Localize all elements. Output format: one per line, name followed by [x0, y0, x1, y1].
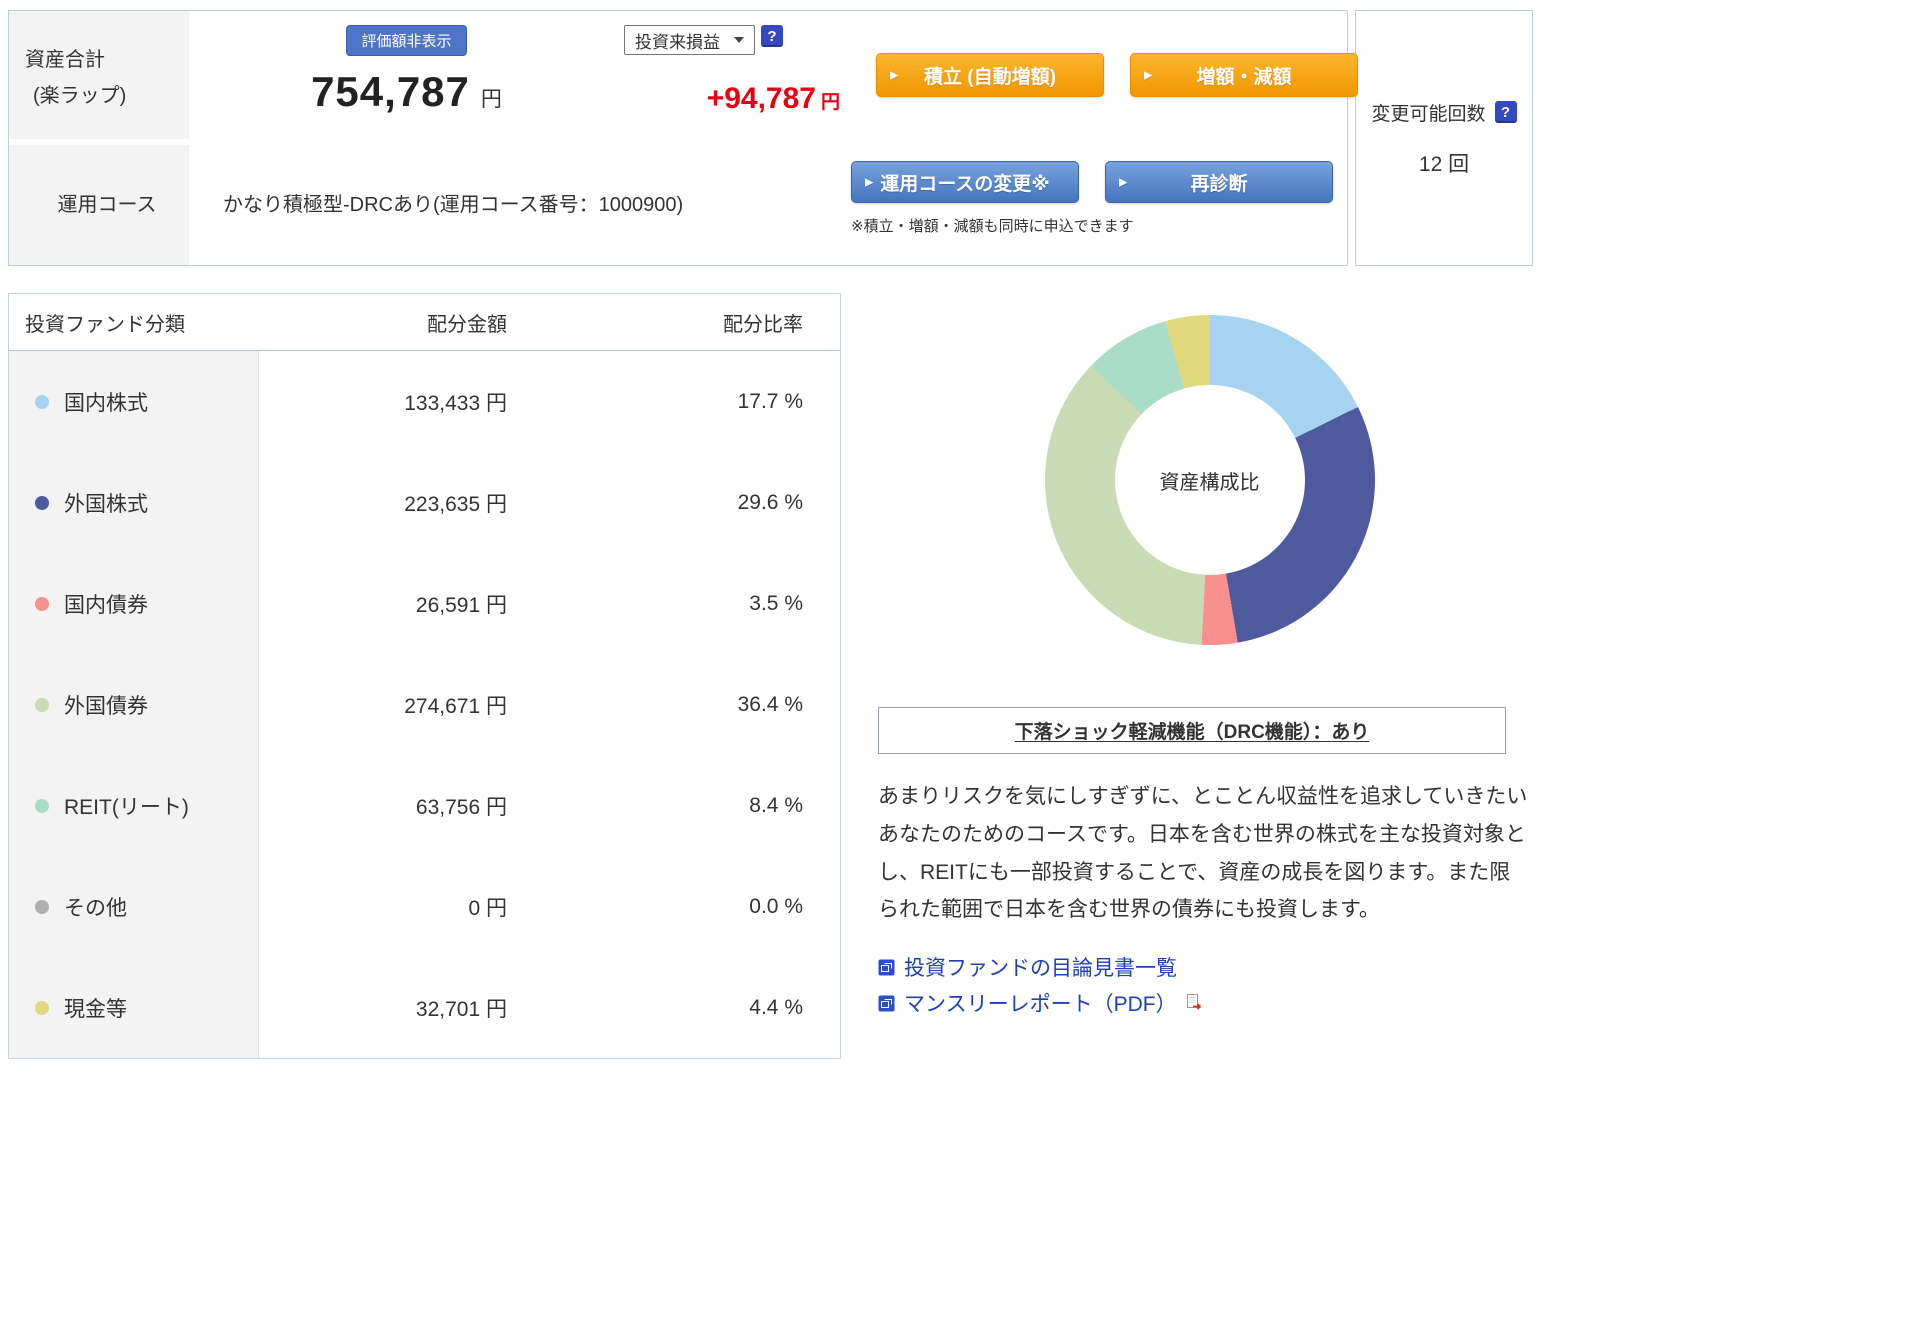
course-detail-column: 資産構成比 下落ショック軽減機能（DRC機能）：あり あまりリスクを気にしすぎず… [841, 293, 1541, 1059]
link-label: マンスリーレポート（PDF） [904, 988, 1177, 1018]
drc-title: 下落ショック軽減機能（DRC機能）：あり [1015, 722, 1370, 743]
pl-period-selected-value: 投資来損益 [635, 28, 720, 53]
category-label: REIT(リート) [64, 791, 189, 821]
change-count-value: 12 回 [1419, 148, 1469, 178]
course-value: かなり積極型-DRCあり(運用コース番号：1000900) [189, 139, 839, 265]
allocation-ratio: 29.6 % [559, 452, 840, 553]
allocation-ratio: 4.4 % [559, 957, 840, 1058]
document-links: 投資ファンドの目論見書一覧 マンスリーレポート（PDF） [878, 949, 1541, 1021]
category-label: その他 [64, 892, 127, 922]
category-label: 現金等 [64, 993, 127, 1023]
course-label: 運用コース [9, 139, 189, 265]
help-icon[interactable]: ? [761, 25, 783, 47]
category-color-dot-icon [35, 597, 49, 611]
category-color-dot-icon [35, 799, 49, 813]
allocation-amount: 32,701 円 [259, 957, 559, 1058]
pl-period-select[interactable]: 投資来損益 [624, 25, 755, 55]
monthly-report-link[interactable]: マンスリーレポート（PDF） [878, 985, 1204, 1021]
course-row: 運用コース かなり積極型-DRCあり(運用コース番号：1000900) 運用コー… [9, 139, 1347, 265]
course-description: あまりリスクを気にしすぎずに、とことん収益性を追求していきたいあなたのためのコー… [878, 778, 1528, 929]
drc-feature-box: 下落ショック軽減機能（DRC機能）：あり [878, 707, 1506, 754]
tsumitate-button[interactable]: 積立 (自動増額) [876, 53, 1104, 97]
assets-actions: 積立 (自動増額) 増額・減額 [864, 11, 1358, 139]
allocation-amount: 63,756 円 [259, 755, 559, 856]
allocation-table: 投資ファンド分類 配分金額 配分比率 国内株式 133,433 円 17.7 %… [8, 293, 841, 1059]
allocation-ratio: 36.4 % [559, 654, 840, 755]
profit-loss-amount: +94,787円 [624, 82, 864, 116]
category-color-dot-icon [35, 395, 49, 409]
table-header-row: 投資ファンド分類 配分金額 配分比率 [9, 294, 840, 351]
allocation-amount: 223,635 円 [259, 452, 559, 553]
category-color-dot-icon [35, 900, 49, 914]
category-label: 外国債券 [64, 690, 148, 720]
top-summary-panel: 資産合計 (楽ラップ) 評価額非表示 754,787 円 投資来損益 [8, 10, 1348, 266]
column-header-amount: 配分金額 [259, 308, 559, 337]
assets-label: 資産合計 (楽ラップ) [9, 11, 189, 139]
total-assets-amount: 754,787 円 [311, 68, 502, 116]
course-label-text: 運用コース [58, 188, 157, 217]
external-link-icon [878, 995, 895, 1012]
table-row: 国内債券 26,591 円 3.5 % [9, 553, 840, 654]
allocation-ratio: 0.0 % [559, 856, 840, 957]
pl-yen-unit: 円 [821, 92, 840, 113]
table-row: 外国株式 223,635 円 29.6 % [9, 452, 840, 553]
allocation-amount: 26,591 円 [259, 553, 559, 654]
table-row: REIT(リート) 63,756 円 8.4 % [9, 755, 840, 856]
table-row: その他 0 円 0.0 % [9, 856, 840, 957]
allocation-ratio: 17.7 % [559, 351, 840, 452]
hide-valuation-button[interactable]: 評価額非表示 [346, 25, 466, 56]
allocation-ratio: 8.4 % [559, 755, 840, 856]
allocation-amount: 133,433 円 [259, 351, 559, 452]
assets-row: 資産合計 (楽ラップ) 評価額非表示 754,787 円 投資来損益 [9, 11, 1347, 139]
help-icon[interactable]: ? [1495, 101, 1517, 123]
category-color-dot-icon [35, 1001, 49, 1015]
yen-unit: 円 [481, 83, 502, 113]
donut-center-label: 資産構成比 [1115, 385, 1305, 575]
assets-label-line2: (楽ラップ) [25, 79, 189, 108]
change-count-panel: 変更可能回数 ? 12 回 [1355, 10, 1533, 266]
course-change-button[interactable]: 運用コースの変更※ [851, 161, 1079, 203]
assets-label-line1: 資産合計 [25, 43, 189, 72]
page: 資産合計 (楽ラップ) 評価額非表示 754,787 円 投資来損益 [0, 0, 1918, 1320]
rediagnosis-button[interactable]: 再診断 [1105, 161, 1333, 203]
pdf-icon [1186, 994, 1204, 1012]
table-row: 現金等 32,701 円 4.4 % [9, 957, 840, 1058]
top-summary-section: 資産合計 (楽ラップ) 評価額非表示 754,787 円 投資来損益 [8, 10, 1533, 266]
category-color-dot-icon [35, 698, 49, 712]
allocation-section: 投資ファンド分類 配分金額 配分比率 国内株式 133,433 円 17.7 %… [8, 293, 1541, 1059]
simultaneous-application-note: ※積立・増額・減額も同時に申込できます [851, 215, 1347, 236]
allocation-ratio: 3.5 % [559, 553, 840, 654]
asset-composition-chart: 資産構成比 [1045, 315, 1375, 645]
category-label: 国内債券 [64, 589, 148, 619]
category-color-dot-icon [35, 496, 49, 510]
chevron-down-icon [734, 37, 744, 43]
course-actions: 運用コースの変更※ 再診断 ※積立・増額・減額も同時に申込できます [839, 139, 1347, 265]
total-amount-value: 754,787 [311, 68, 470, 116]
zougaku-gengaku-button[interactable]: 増額・減額 [1130, 53, 1358, 97]
table-row: 外国債券 274,671 円 36.4 % [9, 654, 840, 755]
change-count-label: 変更可能回数 [1371, 99, 1485, 126]
link-label: 投資ファンドの目論見書一覧 [904, 952, 1177, 982]
pl-amount-value: +94,787 [707, 82, 816, 115]
total-assets-block: 評価額非表示 754,787 円 [189, 11, 624, 139]
column-header-ratio: 配分比率 [559, 308, 840, 337]
column-header-category: 投資ファンド分類 [9, 308, 259, 337]
table-row: 国内株式 133,433 円 17.7 % [9, 351, 840, 452]
category-label: 国内株式 [64, 387, 148, 417]
external-link-icon [878, 959, 895, 976]
allocation-amount: 274,671 円 [259, 654, 559, 755]
category-label: 外国株式 [64, 488, 148, 518]
prospectus-link[interactable]: 投資ファンドの目論見書一覧 [878, 949, 1177, 985]
allocation-amount: 0 円 [259, 856, 559, 957]
profit-loss-block: 投資来損益 ? +94,787円 [624, 11, 864, 139]
